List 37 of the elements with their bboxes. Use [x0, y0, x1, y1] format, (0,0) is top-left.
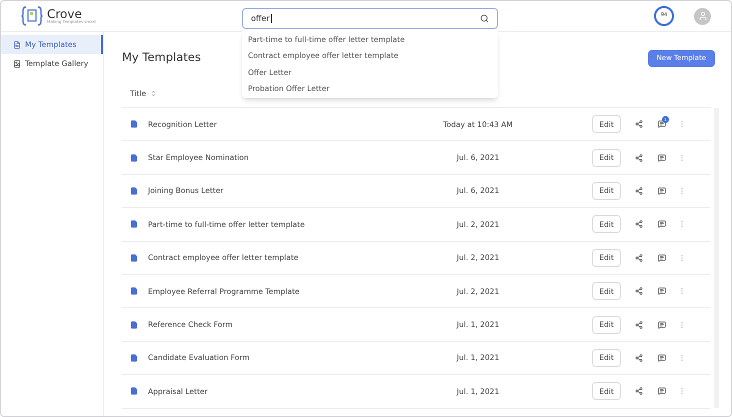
comment-icon[interactable] — [658, 154, 666, 162]
logo-icon — [21, 5, 43, 27]
comment-icon[interactable] — [658, 287, 666, 296]
document-icon — [13, 40, 21, 48]
text-cursor — [270, 14, 272, 23]
share-icon[interactable] — [635, 320, 643, 329]
comment-icon[interactable] — [658, 220, 666, 228]
page-title: My Templates — [122, 49, 201, 66]
comment-icon[interactable] — [658, 254, 666, 262]
share-icon[interactable] — [635, 186, 643, 195]
search-value: offer — [251, 12, 270, 24]
document-icon — [130, 320, 138, 329]
logo-name: Crove — [47, 8, 82, 20]
share-icon[interactable] — [635, 254, 643, 262]
share-icon[interactable] — [635, 120, 643, 128]
document-icon — [130, 287, 138, 296]
document-icon — [130, 220, 138, 228]
document-icon — [130, 186, 138, 195]
share-icon[interactable] — [635, 154, 643, 162]
share-icon[interactable] — [635, 287, 643, 296]
comment-icon[interactable] — [658, 120, 666, 128]
document-icon — [130, 354, 138, 362]
user-icon — [698, 11, 708, 21]
gallery-icon — [13, 60, 21, 68]
share-icon[interactable] — [635, 354, 643, 362]
comment-icon[interactable] — [658, 320, 666, 329]
document-icon — [130, 254, 138, 262]
document-icon — [130, 154, 138, 162]
search-field[interactable]: offer — [242, 8, 498, 29]
document-icon — [130, 120, 138, 128]
comment-icon[interactable] — [658, 387, 666, 396]
share-icon[interactable] — [635, 387, 643, 396]
share-icon[interactable] — [635, 220, 643, 228]
search-icon — [480, 14, 489, 23]
comment-icon[interactable] — [658, 354, 666, 362]
document-icon — [130, 387, 138, 396]
comment-icon[interactable] — [658, 186, 666, 195]
